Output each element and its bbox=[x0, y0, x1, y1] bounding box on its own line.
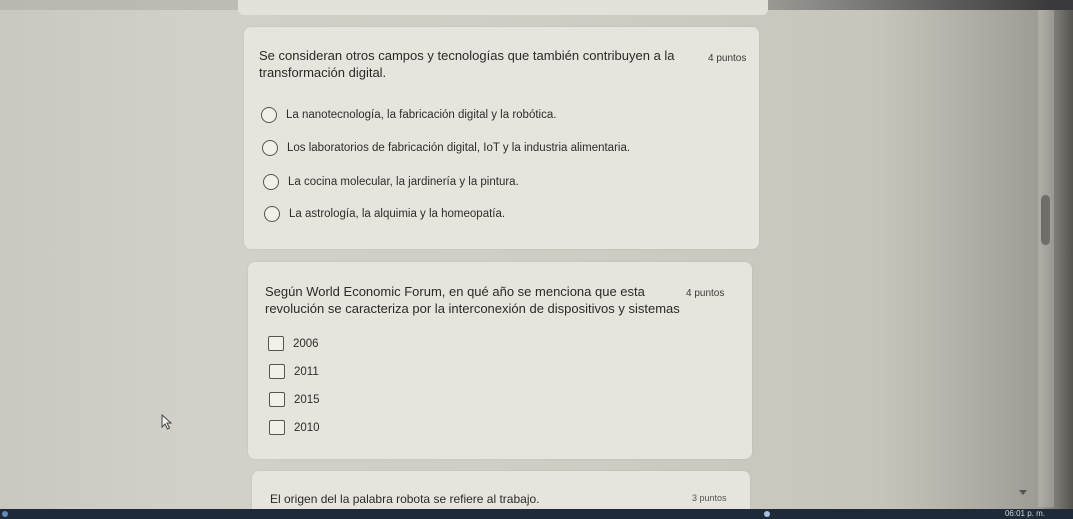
question-2-option-1[interactable]: 2006 bbox=[268, 336, 319, 351]
radio-button-icon[interactable] bbox=[264, 206, 280, 222]
question-1-text: Se consideran otros campos y tecnologías… bbox=[259, 48, 675, 80]
option-label: Los laboratorios de fabricación digital,… bbox=[287, 142, 631, 154]
question-1-option-3[interactable]: La cocina molecular, la jardinería y la … bbox=[263, 174, 519, 190]
app-icon[interactable] bbox=[764, 511, 770, 517]
option-label: La astrología, la alquimia y la homeopat… bbox=[289, 208, 506, 220]
option-label: 2011 bbox=[294, 365, 319, 378]
question-3-text: El origen del la palabra robota se refie… bbox=[270, 492, 540, 506]
question-1-option-4[interactable]: La astrología, la alquimia y la homeopat… bbox=[264, 206, 505, 222]
scrollbar-thumb[interactable] bbox=[1041, 195, 1050, 245]
scroll-down-arrow-icon[interactable] bbox=[1019, 490, 1027, 495]
radio-button-icon[interactable] bbox=[263, 174, 279, 190]
option-label: 2006 bbox=[293, 337, 319, 350]
question-2-points: 4 puntos bbox=[686, 288, 725, 299]
question-card-2: Según World Economic Forum, en qué año s… bbox=[248, 262, 752, 459]
start-icon[interactable] bbox=[2, 511, 8, 517]
question-3-points: 3 puntos bbox=[692, 493, 727, 503]
checkbox-icon[interactable] bbox=[269, 392, 285, 407]
radio-button-icon[interactable] bbox=[262, 140, 278, 156]
question-2-option-2[interactable]: 2011 bbox=[269, 364, 319, 379]
option-label: 2010 bbox=[294, 421, 320, 434]
question-1-option-2[interactable]: Los laboratorios de fabricación digital,… bbox=[262, 140, 630, 156]
question-1-points: 4 puntos bbox=[708, 53, 747, 64]
taskbar-clock: 06:01 p. m. bbox=[1004, 509, 1045, 518]
option-label: 2015 bbox=[294, 393, 320, 406]
previous-question-card bbox=[238, 0, 768, 15]
checkbox-icon[interactable] bbox=[268, 336, 284, 351]
checkbox-icon[interactable] bbox=[269, 364, 285, 379]
question-card-1: Se consideran otros campos y tecnologías… bbox=[244, 27, 759, 249]
scrollbar-track[interactable] bbox=[1038, 10, 1054, 507]
option-label: La nanotecnología, la fabricación digita… bbox=[286, 109, 557, 121]
question-2-option-3[interactable]: 2015 bbox=[269, 392, 320, 407]
question-2-option-4[interactable]: 2010 bbox=[269, 420, 320, 435]
question-1-option-1[interactable]: La nanotecnología, la fabricación digita… bbox=[261, 107, 556, 123]
mouse-pointer-icon bbox=[161, 414, 173, 430]
question-2-text: Según World Economic Forum, en qué año s… bbox=[265, 284, 680, 316]
option-label: La cocina molecular, la jardinería y la … bbox=[288, 176, 519, 188]
radio-button-icon[interactable] bbox=[261, 107, 277, 123]
checkbox-icon[interactable] bbox=[269, 420, 285, 435]
taskbar: 06:01 p. m. bbox=[0, 509, 1073, 519]
